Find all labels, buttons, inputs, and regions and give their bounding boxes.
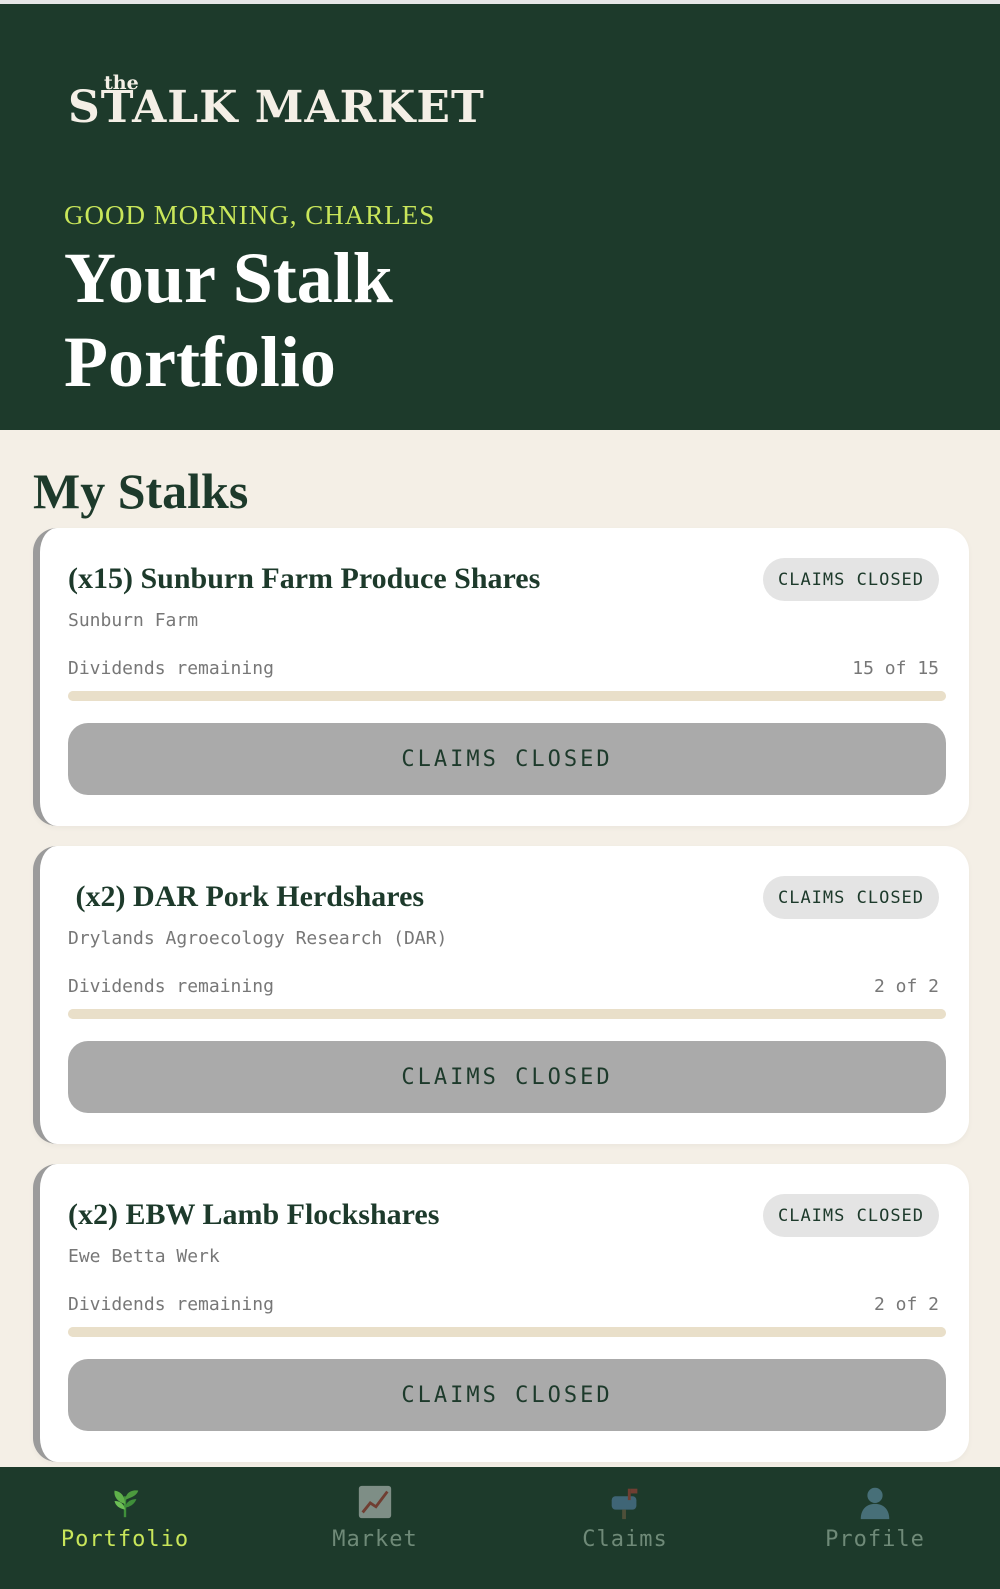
- dividends-label: Dividends remaining: [68, 658, 274, 679]
- status-badge: CLAIMS CLOSED: [763, 876, 939, 919]
- status-badge: CLAIMS CLOSED: [763, 558, 939, 601]
- nav-label: Profile: [825, 1527, 925, 1552]
- seedling-icon: [0, 1483, 250, 1530]
- farm-name: Sunburn Farm: [68, 610, 199, 631]
- dividends-label: Dividends remaining: [68, 1294, 274, 1315]
- dividends-count: 2 of 2: [873, 1294, 939, 1315]
- nav-item-market[interactable]: Market: [250, 1467, 500, 1589]
- dividends-progress-fill: [68, 1009, 946, 1019]
- farm-name: Drylands Agroecology Research (DAR): [68, 928, 448, 949]
- stalk-card: (x15) Sunburn Farm Produce Shares CLAIMS…: [33, 528, 969, 826]
- nav-item-profile[interactable]: Profile: [750, 1467, 1000, 1589]
- nav-label: Portfolio: [60, 1527, 190, 1552]
- claim-button[interactable]: CLAIMS CLOSED: [68, 723, 946, 795]
- dividends-progress-bar: [68, 691, 946, 701]
- user-silhouette-icon: [750, 1483, 1000, 1530]
- nav-label: Market: [332, 1527, 418, 1552]
- section-title-my-stalks: My Stalks: [33, 463, 249, 519]
- dividends-progress-bar: [68, 1327, 946, 1337]
- page-title: Your Stalk Portfolio: [64, 238, 393, 402]
- stalk-name: (x2) DAR Pork Herdshares: [68, 880, 425, 913]
- dividends-count: 15 of 15: [852, 658, 939, 679]
- stalk-market-logo[interactable]: the STALK MARKET: [68, 70, 528, 134]
- stalk-card: (x2) DAR Pork Herdshares CLAIMS CLOSED D…: [33, 846, 969, 1144]
- nav-label: Claims: [582, 1527, 668, 1552]
- stalk-name: (x15) Sunburn Farm Produce Shares: [68, 562, 541, 595]
- dividends-progress-fill: [68, 1327, 946, 1337]
- stalk-name: (x2) EBW Lamb Flockshares: [68, 1198, 440, 1231]
- page-header: the STALK MARKET GOOD MORNING, CHARLES Y…: [0, 4, 1000, 430]
- nav-item-claims[interactable]: Claims: [500, 1467, 750, 1589]
- bottom-navigation: Portfolio Market Claims Profile: [0, 1467, 1000, 1589]
- dividends-progress-bar: [68, 1009, 946, 1019]
- mailbox-icon: [500, 1483, 750, 1530]
- farm-name: Ewe Betta Werk: [68, 1246, 220, 1267]
- claim-button[interactable]: CLAIMS CLOSED: [68, 1041, 946, 1113]
- greeting-text: GOOD MORNING, CHARLES: [64, 200, 436, 230]
- dividends-progress-fill: [68, 691, 946, 701]
- logo-main-text: STALK MARKET: [68, 82, 485, 133]
- stalk-card: (x2) EBW Lamb Flockshares CLAIMS CLOSED …: [33, 1164, 969, 1462]
- dividends-label: Dividends remaining: [68, 976, 274, 997]
- chart-increasing-icon: [250, 1483, 500, 1530]
- dividends-count: 2 of 2: [873, 976, 939, 997]
- nav-item-portfolio[interactable]: Portfolio: [0, 1467, 250, 1589]
- claim-button[interactable]: CLAIMS CLOSED: [68, 1359, 946, 1431]
- status-badge: CLAIMS CLOSED: [763, 1194, 939, 1237]
